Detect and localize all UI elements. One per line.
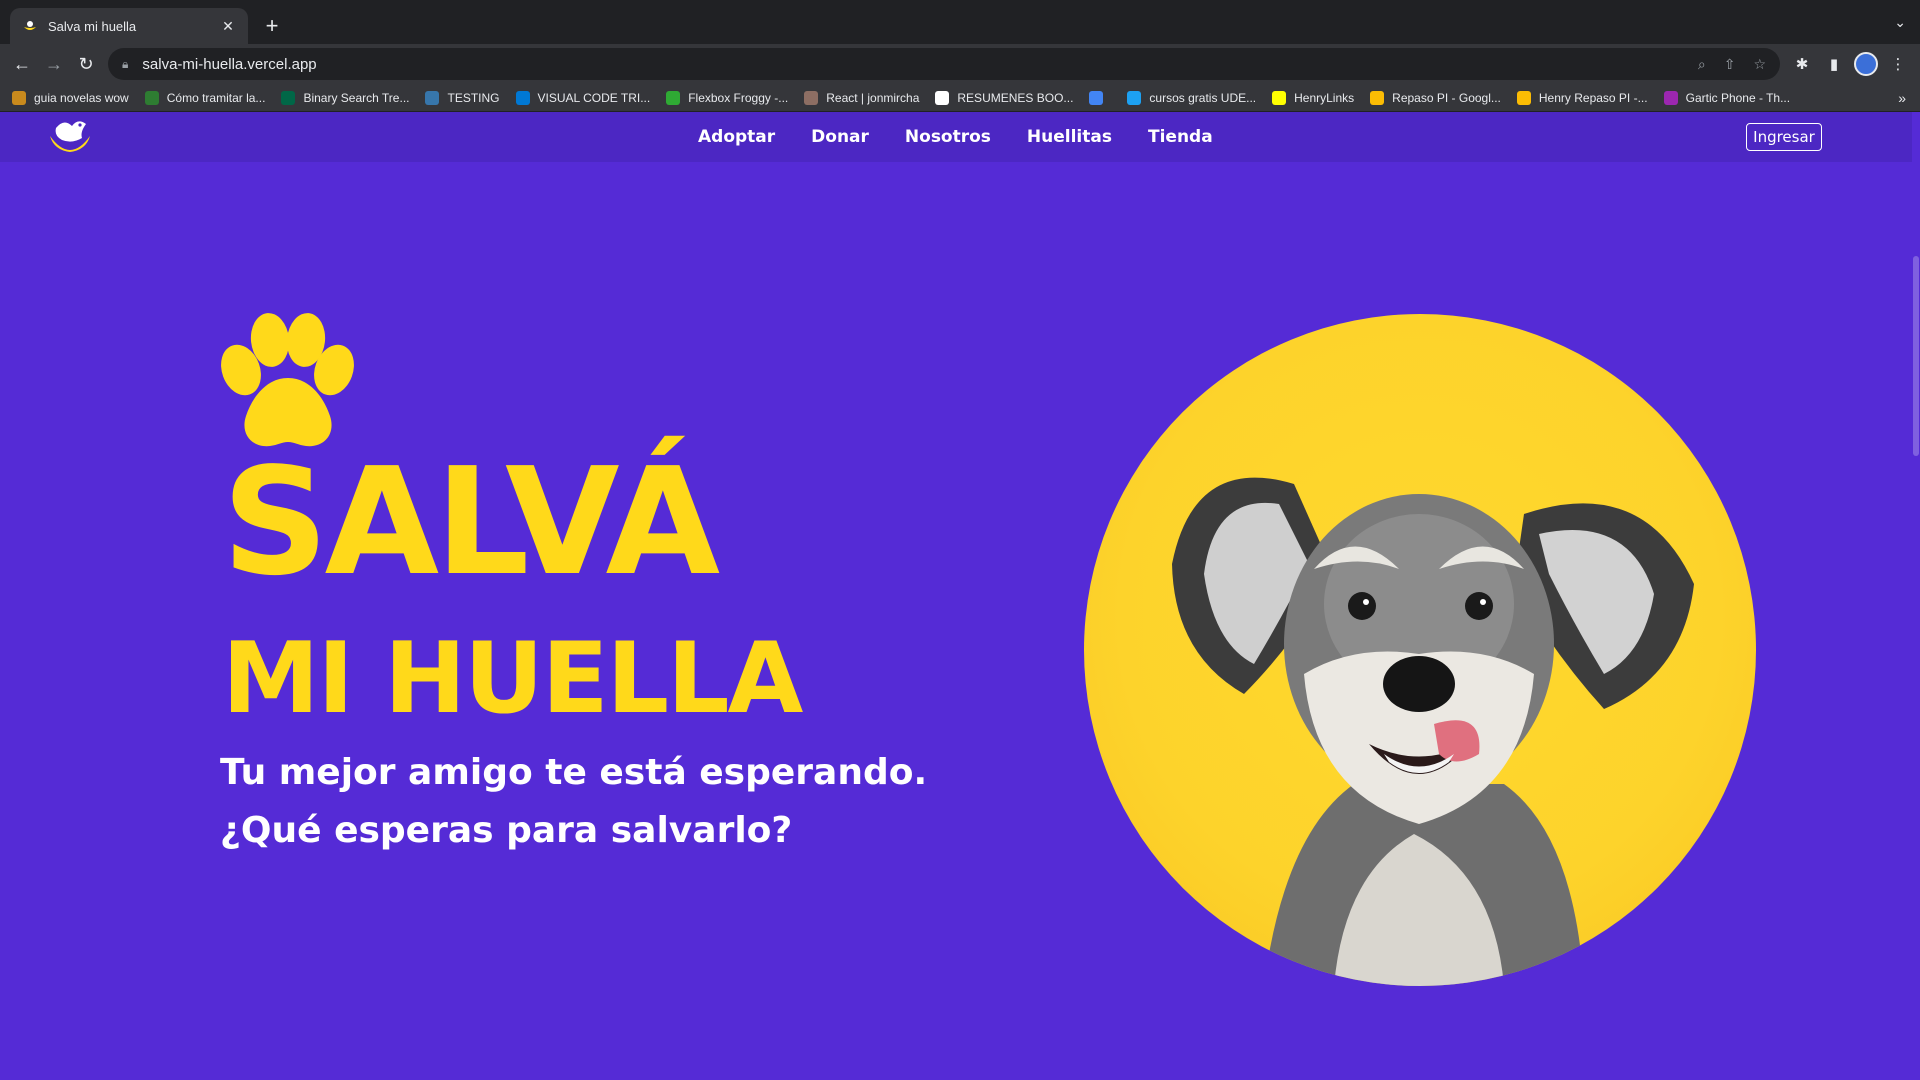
site-favicon-icon [22, 18, 38, 34]
close-tab-icon[interactable]: ✕ [220, 18, 236, 34]
url-text[interactable]: salva-mi-huella.vercel.app [142, 56, 1697, 73]
vscode-icon [515, 90, 530, 105]
drive-icon [1516, 90, 1531, 105]
bookmark-item[interactable]: guia novelas wow [12, 90, 129, 105]
bookmark-label: Binary Search Tre... [303, 90, 410, 105]
hero-subtitle: Tu mejor amigo te está esperando. ¿Qué e… [220, 744, 927, 860]
bookmark-label: cursos gratis UDE... [1149, 90, 1257, 105]
bookmark-label: RESUMENES BOO... [957, 90, 1074, 105]
page-scrollbar[interactable] [1912, 112, 1920, 1080]
bookmark-item[interactable]: TESTING [425, 90, 500, 105]
bookmark-label: VISUAL CODE TRI... [537, 90, 651, 105]
bookmark-label: React | jonmircha [826, 90, 920, 105]
browser-toolbar: ← → ↻ 🔒︎ salva-mi-huella.vercel.app ⌕ ⇧ … [0, 44, 1920, 84]
profile-avatar[interactable] [1852, 50, 1880, 78]
flag-icon [144, 90, 159, 105]
loader-icon [1089, 90, 1104, 105]
tab-title: Salva mi huella [48, 18, 137, 34]
scrollbar-thumb[interactable] [1913, 256, 1919, 456]
bookmarks-bar: guia novelas wow Cómo tramitar la... Binar… [0, 84, 1920, 112]
bookmark-label: Repaso PI - Googl... [1392, 90, 1501, 105]
site-logo-icon[interactable] [46, 116, 94, 158]
new-tab-button[interactable]: + [258, 12, 286, 40]
nav-link-donar[interactable]: Donar [811, 127, 869, 147]
hero-subtitle-line1: Tu mejor amigo te está esperando. [220, 752, 928, 793]
nav-link-nosotros[interactable]: Nosotros [905, 127, 991, 147]
bookmark-item[interactable]: React | jonmircha [804, 90, 920, 105]
bookmark-label: TESTING [447, 90, 500, 105]
bookmark-item[interactable]: cursos gratis UDE... [1127, 90, 1257, 105]
browser-tabstrip: Salva mi huella ✕ + ⌄ [0, 0, 1920, 44]
zoom-icon[interactable]: ⌕ [1698, 56, 1706, 73]
site-navbar: Adoptar Donar Nosotros Huellitas Tienda … [0, 112, 1920, 162]
side-panel-icon[interactable]: ▮ [1822, 50, 1846, 78]
bookmark-label: HenryLinks [1294, 90, 1355, 105]
avatar-icon [804, 90, 819, 105]
hero-dog-photo [1084, 314, 1756, 986]
bookmark-item[interactable] [1089, 90, 1111, 105]
notion-icon [935, 90, 950, 105]
bookmark-item[interactable]: Cómo tramitar la... [144, 90, 266, 105]
hero-title-line1: SALVÁ [222, 436, 720, 608]
drive-icon [1370, 90, 1385, 105]
extensions-icon[interactable]: ✱ [1790, 50, 1814, 78]
browser-tab[interactable]: Salva mi huella ✕ [10, 8, 248, 44]
python-icon [425, 90, 440, 105]
back-arrow-icon[interactable]: ← [8, 50, 36, 78]
paw-print-icon [221, 313, 354, 447]
tab-search-icon[interactable]: ⌄ [1894, 14, 1906, 31]
bookmark-item[interactable]: Gartic Phone - Th... [1663, 90, 1791, 105]
nav-link-huellitas[interactable]: Huellitas [1027, 127, 1112, 147]
menu-kebab-icon[interactable]: ⋮ [1886, 50, 1910, 78]
bookmark-item[interactable]: RESUMENES BOO... [935, 90, 1074, 105]
bookmark-item[interactable]: Binary Search Tre... [281, 90, 410, 105]
bookmark-item[interactable]: Henry Repaso PI -... [1516, 90, 1648, 105]
bookmark-item[interactable]: HenryLinks [1272, 90, 1355, 105]
usf-icon [281, 90, 296, 105]
frog-icon [666, 90, 681, 105]
phone-icon [1663, 90, 1678, 105]
nav-link-adoptar[interactable]: Adoptar [698, 127, 775, 147]
henry-icon [1272, 90, 1287, 105]
lock-icon[interactable]: 🔒︎ [122, 57, 128, 72]
bookmark-label: Flexbox Froggy -... [688, 90, 789, 105]
main-menu: Adoptar Donar Nosotros Huellitas Tienda [698, 127, 1213, 147]
hero-title-line2: MI HUELLA [222, 622, 803, 736]
bookmark-label: Henry Repaso PI -... [1538, 90, 1648, 105]
forward-arrow-icon[interactable]: → [40, 50, 68, 78]
bookmarks-overflow-icon[interactable]: » [1898, 90, 1906, 106]
schnauzer-dog-image [1172, 477, 1694, 986]
bookmark-label: Gartic Phone - Th... [1685, 90, 1791, 105]
bookmark-item[interactable]: VISUAL CODE TRI... [515, 90, 651, 105]
bookmark-item[interactable]: Repaso PI - Googl... [1370, 90, 1501, 105]
bookmark-label: guia novelas wow [34, 90, 129, 105]
address-bar[interactable]: 🔒︎ salva-mi-huella.vercel.app ⌕ ⇧ ☆ [108, 48, 1780, 80]
twitter-icon [1127, 90, 1142, 105]
reload-icon[interactable]: ↻ [72, 50, 100, 78]
share-icon[interactable]: ⇧ [1724, 56, 1736, 73]
wow-icon [12, 90, 26, 105]
login-button[interactable]: Ingresar [1746, 123, 1822, 151]
hero-subtitle-line2: ¿Qué esperas para salvarlo? [220, 810, 793, 851]
bookmark-item[interactable]: Flexbox Froggy -... [666, 90, 789, 105]
bookmark-label: Cómo tramitar la... [166, 90, 266, 105]
bookmark-star-icon[interactable]: ☆ [1753, 56, 1766, 73]
nav-link-tienda[interactable]: Tienda [1148, 127, 1213, 147]
